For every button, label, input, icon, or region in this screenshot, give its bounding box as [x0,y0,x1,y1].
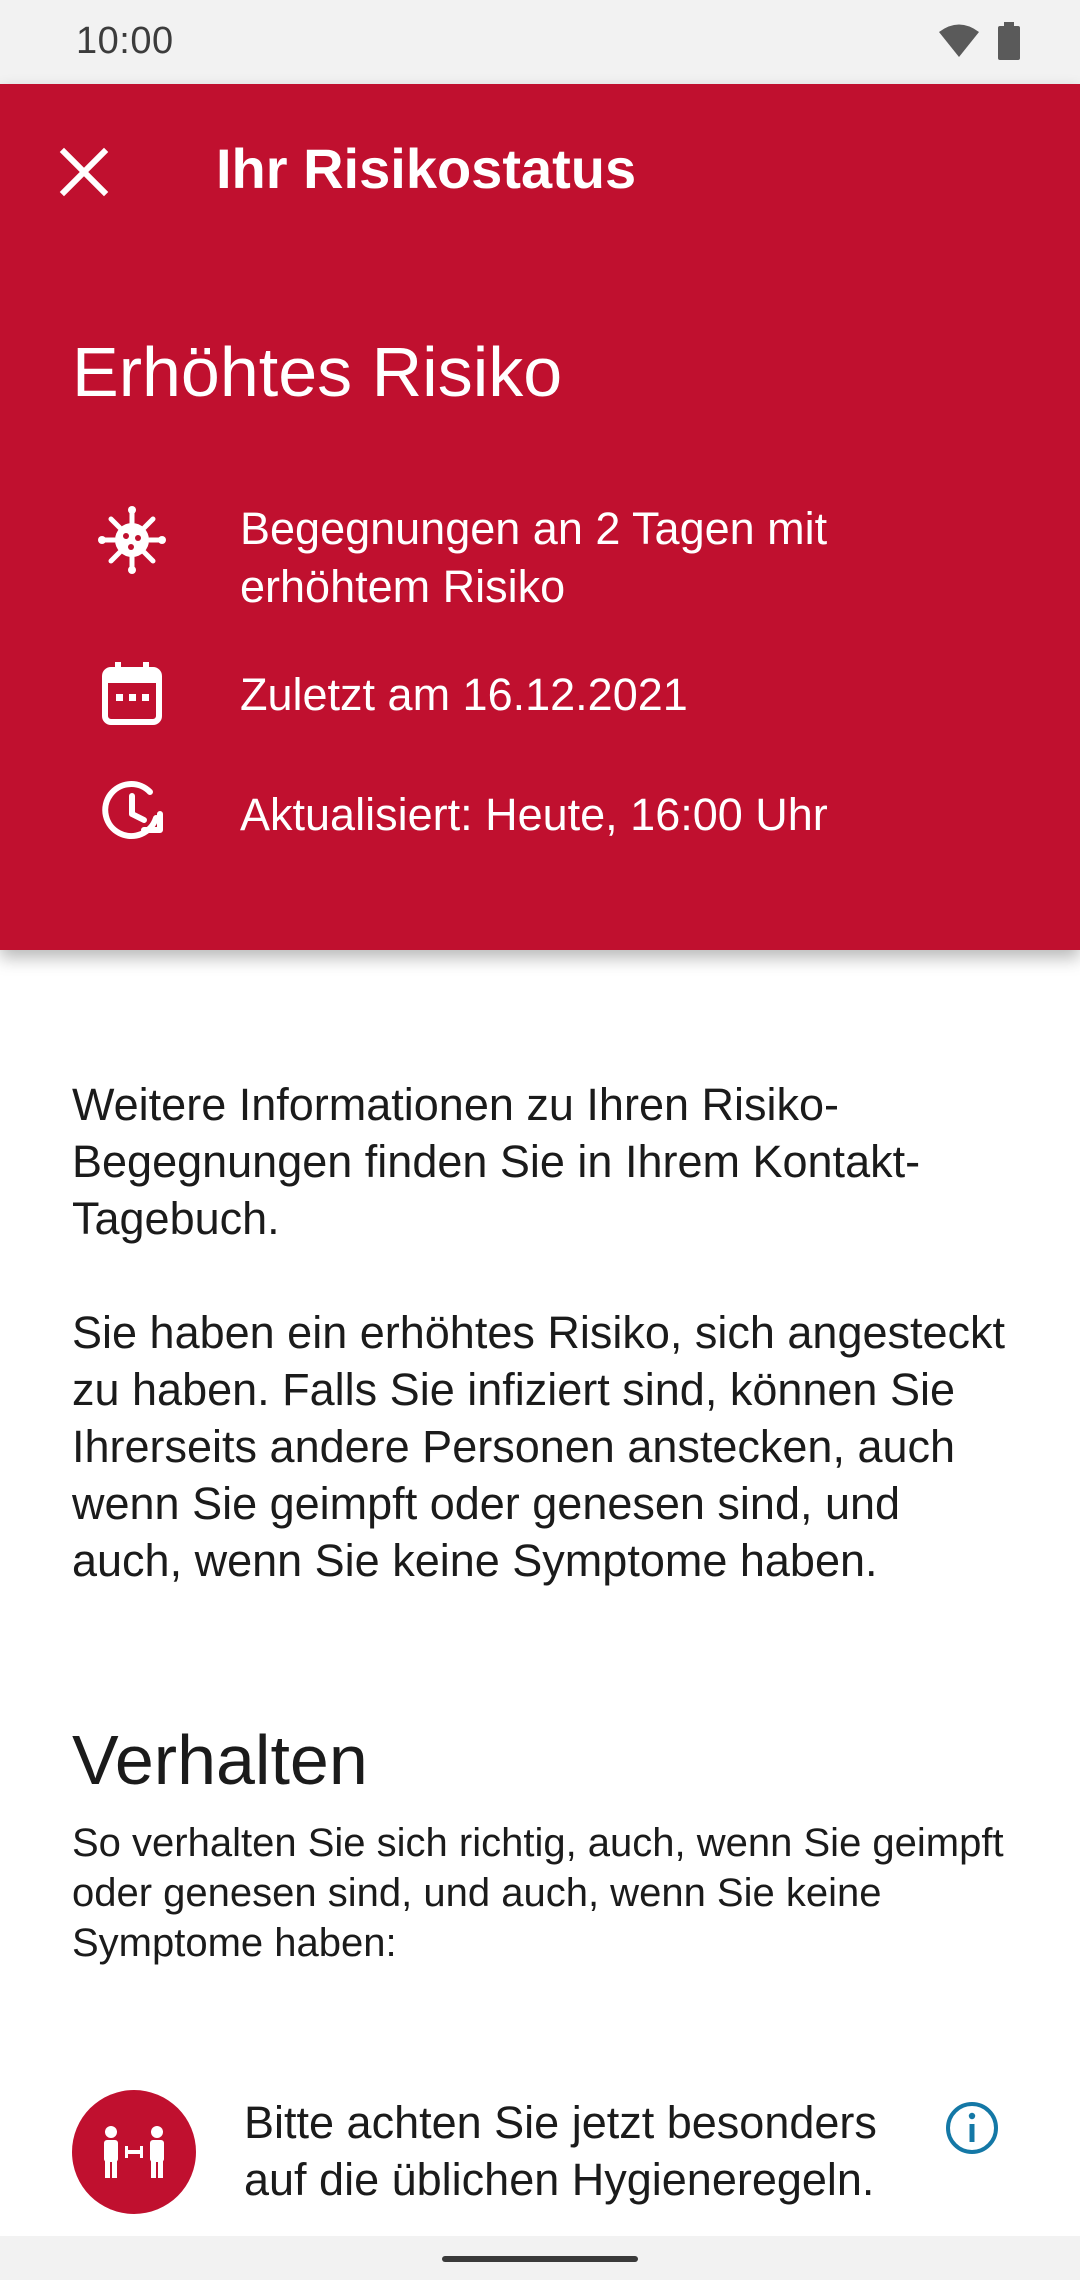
page-title: Ihr Risikostatus [216,137,637,200]
rule-item-hygiene: Bitte achten Sie jetzt besonders auf die… [0,2090,1080,2240]
battery-icon [998,22,1020,60]
distance-icon [104,2126,164,2178]
risk-status-screen: 10:00 Ihr Risikostatus Erhöhtes Risiko B… [0,0,1080,2280]
risk-explanation: Sie haben ein erhöhtes Risiko, sich ange… [72,1307,1006,1586]
status-icons [938,22,1020,60]
contact-diary-info: Weitere Informationen zu Ihren Risiko-Be… [72,1079,921,1244]
section-title-behavior: Verhalten [72,1721,368,1799]
detail-last-date-text: Zuletzt am 16.12.2021 [240,669,688,720]
status-time: 10:00 [76,20,174,62]
risk-header: Ihr Risikostatus Erhöhtes Risiko Begegnu… [0,84,1080,950]
wifi-icon [939,24,979,57]
status-bar: 10:00 [0,0,1080,84]
info-icon [946,2102,998,2154]
detail-updated-text: Aktualisiert: Heute, 16:00 Uhr [240,789,828,840]
system-nav-bar [0,2236,1080,2280]
rule-icon-circle [72,2090,196,2214]
home-gesture-handle[interactable] [442,2256,638,2262]
section-subtitle-behavior: So verhalten Sie sich richtig, auch, wen… [72,1821,1004,1965]
detail-encounters-text: Begegnungen an 2 Tagen mit erhöhtem Risi… [240,503,828,612]
virus-icon [98,506,166,574]
info-button[interactable] [944,2100,1000,2156]
clock-update-icon [102,781,163,839]
rule-text-hygiene: Bitte achten Sie jetzt besonders auf die… [244,2097,877,2205]
calendar-icon [102,662,162,725]
close-icon [59,147,109,197]
close-button[interactable] [52,140,116,204]
risk-level-heading: Erhöhtes Risiko [72,333,563,411]
